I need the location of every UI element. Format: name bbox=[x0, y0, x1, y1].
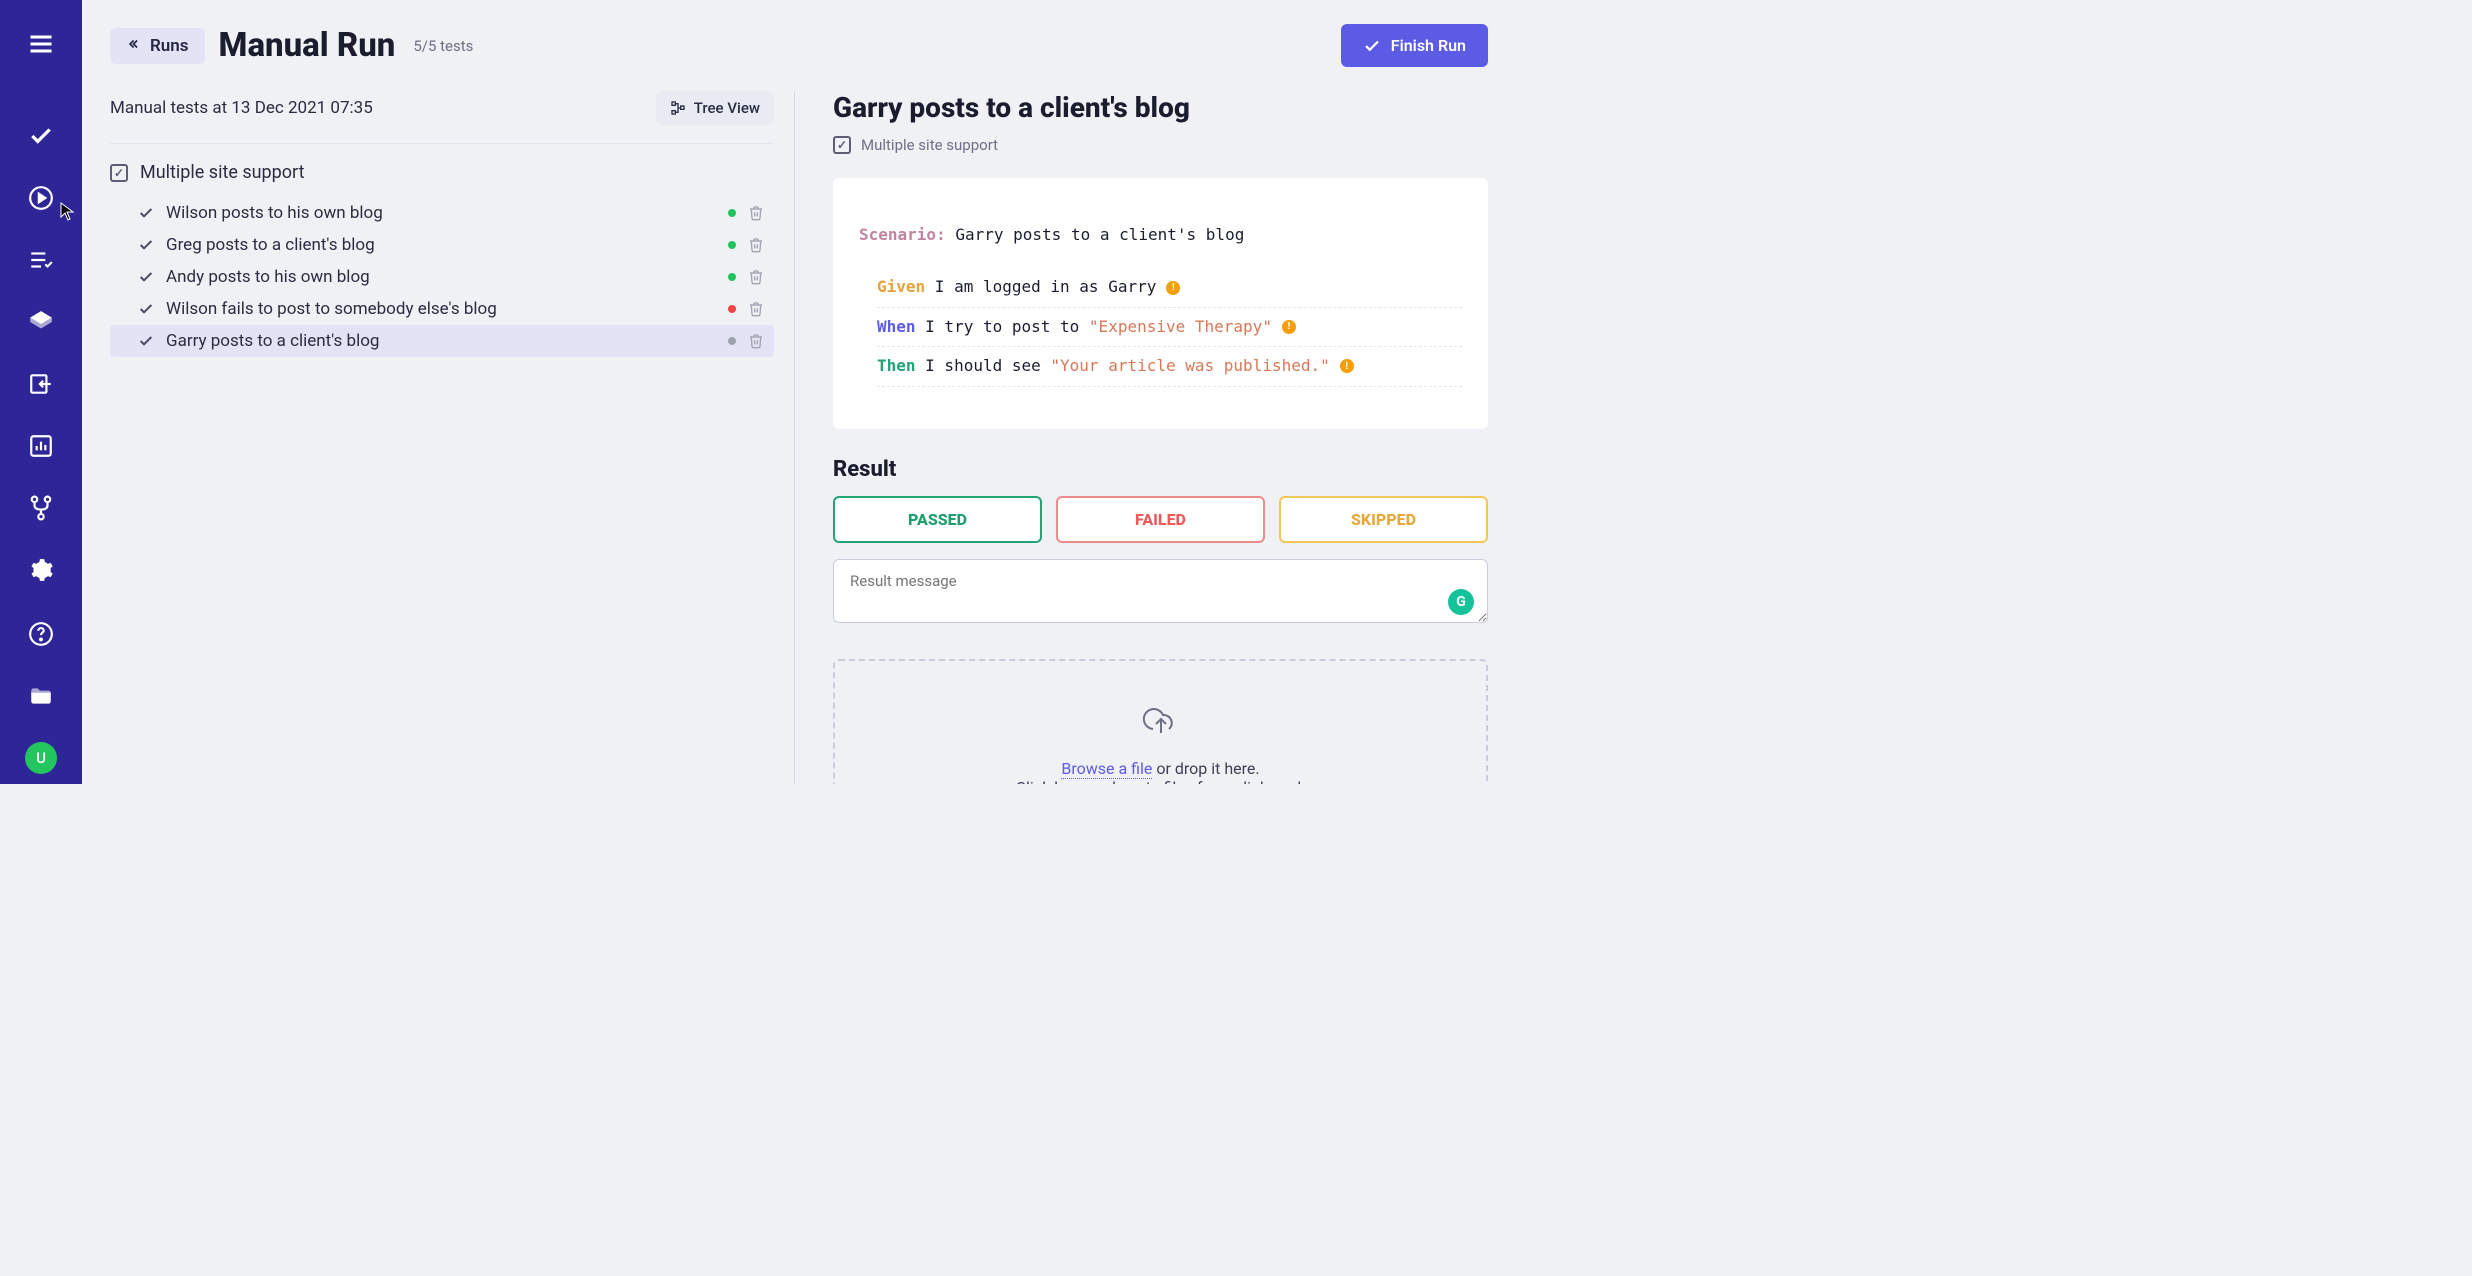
tree-view-button[interactable]: Tree View bbox=[656, 91, 774, 125]
page-title: Manual Run bbox=[219, 26, 396, 65]
file-dropzone[interactable]: Browse a file or drop it here. Click her… bbox=[833, 659, 1488, 784]
test-count: 5/5 tests bbox=[413, 37, 473, 55]
failed-button[interactable]: FAILED bbox=[1056, 496, 1265, 543]
test-row[interactable]: Garry posts to a client's blog bbox=[110, 325, 774, 357]
checkbox-checked-icon bbox=[833, 136, 851, 154]
status-dot bbox=[728, 241, 736, 249]
scenario-box: Scenario: Garry posts to a client's blog… bbox=[833, 178, 1488, 429]
result-heading: Result bbox=[833, 457, 1488, 482]
step-line: Given I am logged in as Garry! bbox=[877, 268, 1462, 307]
result-message-input[interactable] bbox=[833, 559, 1488, 623]
tree-view-label: Tree View bbox=[694, 99, 760, 117]
chart-icon[interactable] bbox=[25, 430, 57, 462]
check-icon bbox=[138, 301, 154, 317]
check-icon bbox=[138, 269, 154, 285]
run-timestamp: Manual tests at 13 Dec 2021 07:35 bbox=[110, 98, 373, 118]
result-buttons: PASSED FAILED SKIPPED bbox=[833, 496, 1488, 543]
upload-icon bbox=[855, 701, 1466, 745]
test-row[interactable]: Wilson fails to post to somebody else's … bbox=[110, 293, 774, 325]
group-header[interactable]: Multiple site support bbox=[110, 158, 774, 187]
step-keyword: Given bbox=[877, 277, 925, 296]
branch-icon[interactable] bbox=[25, 492, 57, 524]
drop-text: or drop it here. bbox=[1152, 759, 1259, 778]
dropzone-text-line2: Click here and paste files from clipboar… bbox=[855, 778, 1466, 784]
browse-file-link[interactable]: Browse a file bbox=[1061, 759, 1152, 779]
trash-icon[interactable] bbox=[748, 269, 764, 285]
test-label: Wilson posts to his own blog bbox=[166, 203, 383, 223]
test-label: Wilson fails to post to somebody else's … bbox=[166, 299, 497, 319]
group-label: Multiple site support bbox=[140, 162, 304, 183]
checkbox-checked-icon bbox=[110, 164, 128, 182]
test-detail-panel: Garry posts to a client's blog Multiple … bbox=[823, 91, 1488, 784]
play-circle-icon[interactable] bbox=[25, 182, 57, 214]
content: Manual tests at 13 Dec 2021 07:35 Tree V… bbox=[82, 67, 1516, 784]
test-list-panel: Manual tests at 13 Dec 2021 07:35 Tree V… bbox=[110, 91, 795, 784]
detail-title: Garry posts to a client's blog bbox=[833, 91, 1488, 124]
finish-run-button[interactable]: Finish Run bbox=[1341, 24, 1488, 67]
test-row[interactable]: Wilson posts to his own blog bbox=[110, 197, 774, 229]
test-label: Garry posts to a client's blog bbox=[166, 331, 379, 351]
chevron-left-icon bbox=[126, 37, 140, 55]
layers-icon[interactable] bbox=[25, 306, 57, 338]
trash-icon[interactable] bbox=[748, 333, 764, 349]
check-icon bbox=[138, 205, 154, 221]
finish-label: Finish Run bbox=[1391, 36, 1466, 55]
step-string: "Expensive Therapy" bbox=[1089, 317, 1272, 336]
back-label: Runs bbox=[150, 36, 189, 56]
detail-context: Multiple site support bbox=[833, 136, 1488, 154]
trash-icon[interactable] bbox=[748, 237, 764, 253]
step-text: I try to post to bbox=[916, 317, 1089, 336]
back-to-runs-button[interactable]: Runs bbox=[110, 28, 205, 64]
grammarly-icon[interactable]: G bbox=[1448, 589, 1474, 615]
status-dot bbox=[728, 305, 736, 313]
warning-icon: ! bbox=[1166, 281, 1180, 295]
test-label: Andy posts to his own blog bbox=[166, 267, 370, 287]
scenario-line: Scenario: Garry posts to a client's blog bbox=[859, 220, 1462, 250]
help-icon[interactable] bbox=[25, 618, 57, 650]
trash-icon[interactable] bbox=[748, 205, 764, 221]
step-string: "Your article was published." bbox=[1050, 356, 1329, 375]
gear-icon[interactable] bbox=[25, 554, 57, 586]
passed-button[interactable]: PASSED bbox=[833, 496, 1042, 543]
step-keyword: Then bbox=[877, 356, 916, 375]
status-dot bbox=[728, 273, 736, 281]
check-icon bbox=[138, 333, 154, 349]
detail-context-label: Multiple site support bbox=[861, 136, 998, 154]
step-text: I am logged in as Garry bbox=[925, 277, 1156, 296]
scenario-name: Garry posts to a client's blog bbox=[955, 225, 1244, 244]
skipped-button[interactable]: SKIPPED bbox=[1279, 496, 1488, 543]
check-icon bbox=[138, 237, 154, 253]
import-icon[interactable] bbox=[25, 368, 57, 400]
test-row[interactable]: Greg posts to a client's blog bbox=[110, 229, 774, 261]
divider bbox=[110, 143, 774, 144]
step-text: I should see bbox=[916, 356, 1051, 375]
sidebar: U bbox=[0, 0, 82, 784]
avatar[interactable]: U bbox=[25, 742, 57, 774]
status-dot bbox=[728, 209, 736, 217]
test-row[interactable]: Andy posts to his own blog bbox=[110, 261, 774, 293]
test-label: Greg posts to a client's blog bbox=[166, 235, 375, 255]
dropzone-text-line1: Browse a file or drop it here. bbox=[855, 759, 1466, 778]
step-keyword: When bbox=[877, 317, 916, 336]
step-line: Then I should see "Your article was publ… bbox=[877, 347, 1462, 386]
warning-icon: ! bbox=[1340, 359, 1354, 373]
checklist-icon[interactable] bbox=[25, 244, 57, 276]
trash-icon[interactable] bbox=[748, 301, 764, 317]
menu-icon[interactable] bbox=[25, 28, 57, 60]
warning-icon: ! bbox=[1282, 320, 1296, 334]
header: Runs Manual Run 5/5 tests Finish Run bbox=[82, 0, 1516, 67]
folder-icon[interactable] bbox=[25, 680, 57, 712]
check-icon[interactable] bbox=[25, 120, 57, 152]
check-icon bbox=[1363, 37, 1381, 55]
tree-icon bbox=[670, 100, 686, 116]
scenario-keyword: Scenario: bbox=[859, 225, 946, 244]
status-dot bbox=[728, 337, 736, 345]
step-line: When I try to post to "Expensive Therapy… bbox=[877, 308, 1462, 347]
main-area: Runs Manual Run 5/5 tests Finish Run Man… bbox=[82, 0, 1516, 784]
